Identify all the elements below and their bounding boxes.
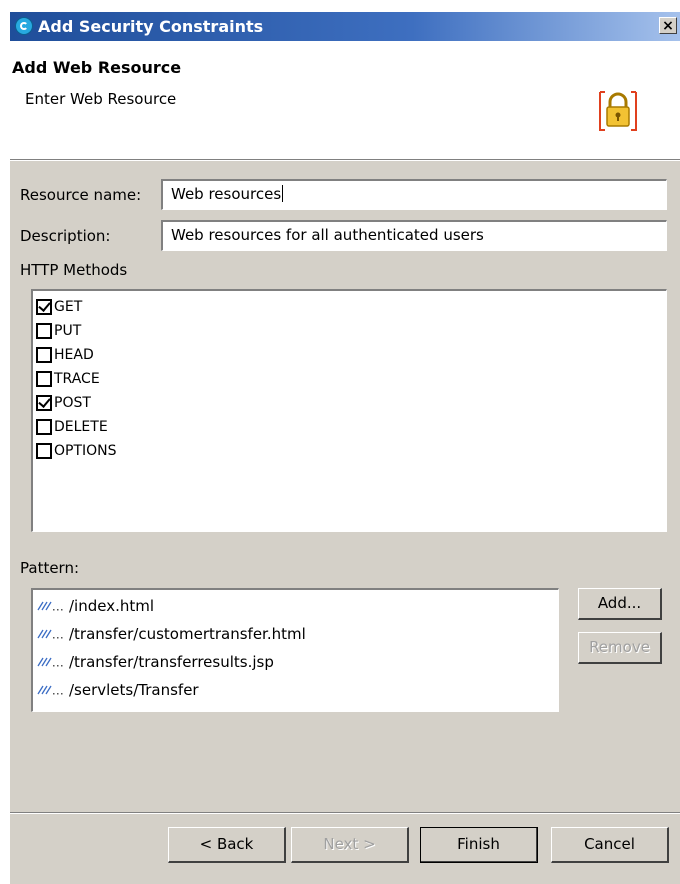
method-checkbox[interactable]: [36, 299, 52, 315]
method-checkbox[interactable]: [36, 443, 52, 459]
page-description: Enter Web Resource: [25, 90, 177, 108]
footer-separator-highlight: [10, 813, 680, 814]
title-bar[interactable]: Add Security Constraints ×: [10, 12, 680, 41]
method-label: TRACE: [54, 371, 100, 387]
method-row[interactable]: TRACE: [36, 368, 100, 390]
banner-separator: [10, 160, 680, 161]
method-checkbox[interactable]: [36, 371, 52, 387]
list-item[interactable]: /transfer/customertransfer.html: [37, 622, 306, 646]
method-label: DELETE: [54, 419, 108, 435]
back-button[interactable]: < Back: [168, 827, 286, 863]
pattern-text: /transfer/transferresults.jsp: [69, 653, 274, 671]
method-label: PUT: [54, 323, 82, 339]
url-pattern-icon: [37, 629, 63, 639]
app-icon: [15, 17, 33, 35]
http-methods-list[interactable]: GET PUT HEAD TRACE POST DELETE OPTIONS: [31, 289, 667, 532]
text-caret: [282, 185, 284, 202]
remove-button[interactable]: Remove: [578, 632, 662, 664]
method-checkbox[interactable]: [36, 323, 52, 339]
method-row[interactable]: OPTIONS: [36, 440, 117, 462]
resource-name-label: Resource name:: [20, 186, 142, 204]
lock-icon: [599, 91, 637, 131]
resource-name-input[interactable]: Web resources: [161, 179, 667, 210]
pattern-list[interactable]: /index.html/transfer/customertransfer.ht…: [31, 588, 559, 712]
method-row[interactable]: DELETE: [36, 416, 108, 438]
description-input[interactable]: Web resources for all authenticated user…: [161, 220, 667, 251]
cancel-button[interactable]: Cancel: [551, 827, 669, 863]
method-row[interactable]: PUT: [36, 320, 81, 342]
method-label: POST: [54, 395, 91, 411]
method-row[interactable]: HEAD: [36, 344, 94, 366]
pattern-text: /servlets/Transfer: [69, 681, 199, 699]
method-label: HEAD: [54, 347, 94, 363]
pattern-text: /transfer/customertransfer.html: [69, 625, 306, 643]
method-label: OPTIONS: [54, 443, 117, 459]
method-label: GET: [54, 299, 83, 315]
add-security-constraints-dialog: Add Security Constraints × Add Web Resou…: [9, 11, 680, 884]
url-pattern-icon: [37, 601, 63, 611]
list-item[interactable]: /transfer/transferresults.jsp: [37, 650, 274, 674]
resource-name-value: Web resources: [171, 185, 282, 203]
pattern-label: Pattern:: [20, 559, 80, 577]
next-button[interactable]: Next >: [291, 827, 409, 863]
url-pattern-icon: [37, 685, 63, 695]
list-item[interactable]: /index.html: [37, 594, 154, 618]
url-pattern-icon: [37, 657, 63, 667]
method-checkbox[interactable]: [36, 347, 52, 363]
page-title: Add Web Resource: [12, 58, 182, 77]
method-checkbox[interactable]: [36, 395, 52, 411]
wizard-banner: Add Web Resource Enter Web Resource: [10, 41, 680, 160]
method-row[interactable]: GET: [36, 296, 82, 318]
method-checkbox[interactable]: [36, 419, 52, 435]
window-title: Add Security Constraints: [38, 17, 264, 36]
close-button[interactable]: ×: [659, 17, 677, 34]
list-item[interactable]: /servlets/Transfer: [37, 678, 199, 702]
pattern-text: /index.html: [69, 597, 155, 615]
add-button[interactable]: Add...: [578, 588, 662, 620]
http-methods-label: HTTP Methods: [20, 261, 128, 279]
description-label: Description:: [20, 227, 111, 245]
method-row[interactable]: POST: [36, 392, 91, 414]
finish-button[interactable]: Finish: [420, 827, 538, 863]
